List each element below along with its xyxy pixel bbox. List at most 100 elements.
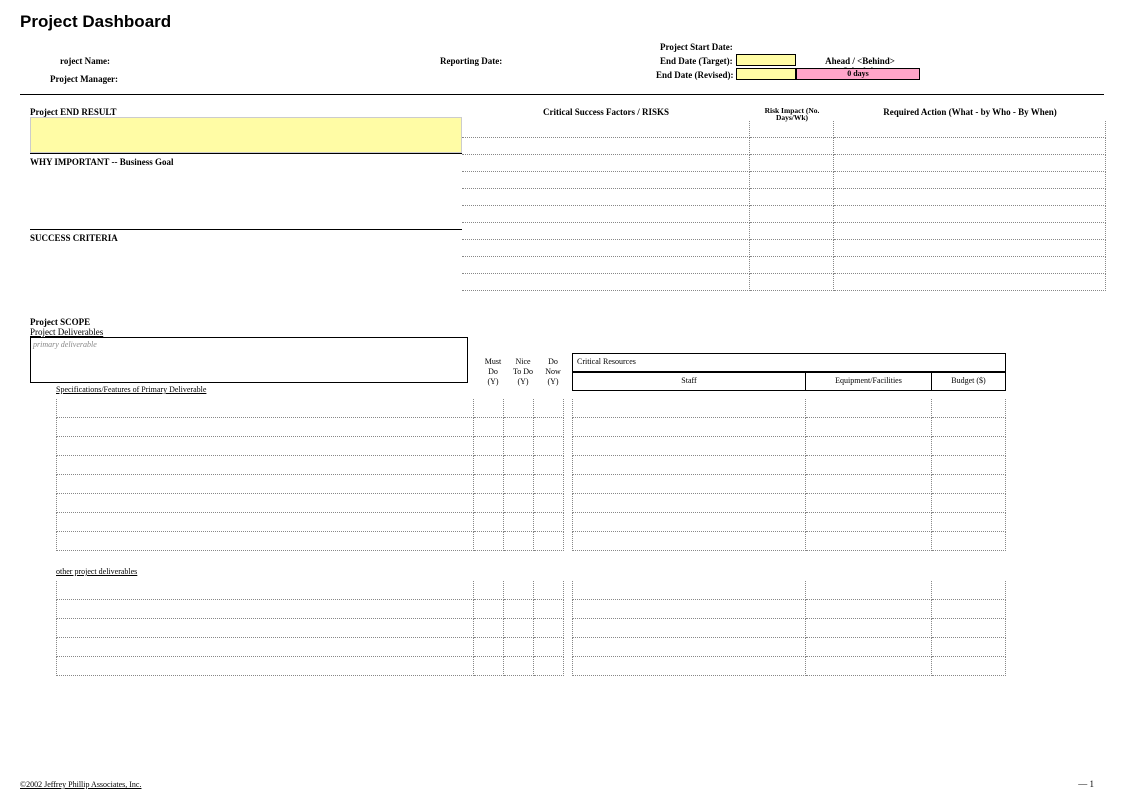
spec-cell[interactable]: [56, 475, 474, 494]
nice-cell[interactable]: [504, 532, 534, 551]
must-cell[interactable]: [474, 456, 504, 475]
must-cell[interactable]: [474, 657, 504, 676]
equip-cell[interactable]: [806, 494, 932, 513]
nice-cell[interactable]: [504, 600, 534, 619]
field-end-result[interactable]: [30, 117, 462, 153]
csf-row[interactable]: [462, 121, 750, 138]
staff-cell[interactable]: [572, 399, 806, 418]
budget-cell[interactable]: [932, 437, 1006, 456]
nice-cell[interactable]: [504, 399, 534, 418]
spec-cell[interactable]: [56, 437, 474, 456]
nice-cell[interactable]: [504, 475, 534, 494]
must-cell[interactable]: [474, 437, 504, 456]
equip-cell[interactable]: [806, 657, 932, 676]
csf-row[interactable]: [462, 257, 750, 274]
equip-cell[interactable]: [806, 600, 932, 619]
risk-row[interactable]: [750, 189, 834, 206]
budget-cell[interactable]: [932, 475, 1006, 494]
staff-cell[interactable]: [572, 532, 806, 551]
nice-cell[interactable]: [504, 619, 534, 638]
budget-cell[interactable]: [932, 456, 1006, 475]
risk-row[interactable]: [750, 240, 834, 257]
staff-cell[interactable]: [572, 437, 806, 456]
staff-cell[interactable]: [572, 657, 806, 676]
other-cell[interactable]: [56, 657, 474, 676]
equip-cell[interactable]: [806, 456, 932, 475]
budget-cell[interactable]: [932, 399, 1006, 418]
now-cell[interactable]: [534, 600, 564, 619]
csf-row[interactable]: [462, 240, 750, 257]
now-cell[interactable]: [534, 619, 564, 638]
action-row[interactable]: [834, 206, 1106, 223]
risk-row[interactable]: [750, 274, 834, 291]
budget-cell[interactable]: [932, 494, 1006, 513]
action-row[interactable]: [834, 257, 1106, 274]
budget-cell[interactable]: [932, 619, 1006, 638]
now-cell[interactable]: [534, 657, 564, 676]
budget-cell[interactable]: [932, 513, 1006, 532]
csf-row[interactable]: [462, 189, 750, 206]
must-cell[interactable]: [474, 581, 504, 600]
must-cell[interactable]: [474, 513, 504, 532]
staff-cell[interactable]: [572, 619, 806, 638]
must-cell[interactable]: [474, 532, 504, 551]
budget-cell[interactable]: [932, 600, 1006, 619]
action-row[interactable]: [834, 223, 1106, 240]
equip-cell[interactable]: [806, 581, 932, 600]
spec-cell[interactable]: [56, 418, 474, 437]
action-row[interactable]: [834, 274, 1106, 291]
staff-cell[interactable]: [572, 475, 806, 494]
must-cell[interactable]: [474, 600, 504, 619]
csf-row[interactable]: [462, 172, 750, 189]
spec-cell[interactable]: [56, 399, 474, 418]
staff-cell[interactable]: [572, 638, 806, 657]
budget-cell[interactable]: [932, 532, 1006, 551]
budget-cell[interactable]: [932, 638, 1006, 657]
spec-cell[interactable]: [56, 494, 474, 513]
must-cell[interactable]: [474, 418, 504, 437]
csf-row[interactable]: [462, 155, 750, 172]
other-cell[interactable]: [56, 619, 474, 638]
now-cell[interactable]: [534, 399, 564, 418]
now-cell[interactable]: [534, 475, 564, 494]
field-end-date-revised[interactable]: [736, 68, 796, 80]
spec-cell[interactable]: [56, 532, 474, 551]
must-cell[interactable]: [474, 475, 504, 494]
budget-cell[interactable]: [932, 657, 1006, 676]
now-cell[interactable]: [534, 418, 564, 437]
staff-cell[interactable]: [572, 456, 806, 475]
must-cell[interactable]: [474, 638, 504, 657]
field-primary-deliverable[interactable]: primary deliverable: [30, 337, 468, 383]
nice-cell[interactable]: [504, 418, 534, 437]
equip-cell[interactable]: [806, 475, 932, 494]
equip-cell[interactable]: [806, 513, 932, 532]
spec-cell[interactable]: [56, 513, 474, 532]
now-cell[interactable]: [534, 494, 564, 513]
risk-row[interactable]: [750, 172, 834, 189]
risk-row[interactable]: [750, 155, 834, 172]
csf-row[interactable]: [462, 223, 750, 240]
spec-cell[interactable]: [56, 456, 474, 475]
must-cell[interactable]: [474, 619, 504, 638]
risk-row[interactable]: [750, 121, 834, 138]
csf-row[interactable]: [462, 274, 750, 291]
nice-cell[interactable]: [504, 456, 534, 475]
risk-row[interactable]: [750, 138, 834, 155]
now-cell[interactable]: [534, 532, 564, 551]
action-row[interactable]: [834, 121, 1106, 138]
action-row[interactable]: [834, 189, 1106, 206]
nice-cell[interactable]: [504, 437, 534, 456]
staff-cell[interactable]: [572, 581, 806, 600]
nice-cell[interactable]: [504, 494, 534, 513]
equip-cell[interactable]: [806, 399, 932, 418]
equip-cell[interactable]: [806, 638, 932, 657]
other-cell[interactable]: [56, 600, 474, 619]
nice-cell[interactable]: [504, 657, 534, 676]
now-cell[interactable]: [534, 581, 564, 600]
equip-cell[interactable]: [806, 532, 932, 551]
csf-row[interactable]: [462, 138, 750, 155]
risk-row[interactable]: [750, 223, 834, 240]
equip-cell[interactable]: [806, 418, 932, 437]
risk-row[interactable]: [750, 206, 834, 223]
other-cell[interactable]: [56, 581, 474, 600]
